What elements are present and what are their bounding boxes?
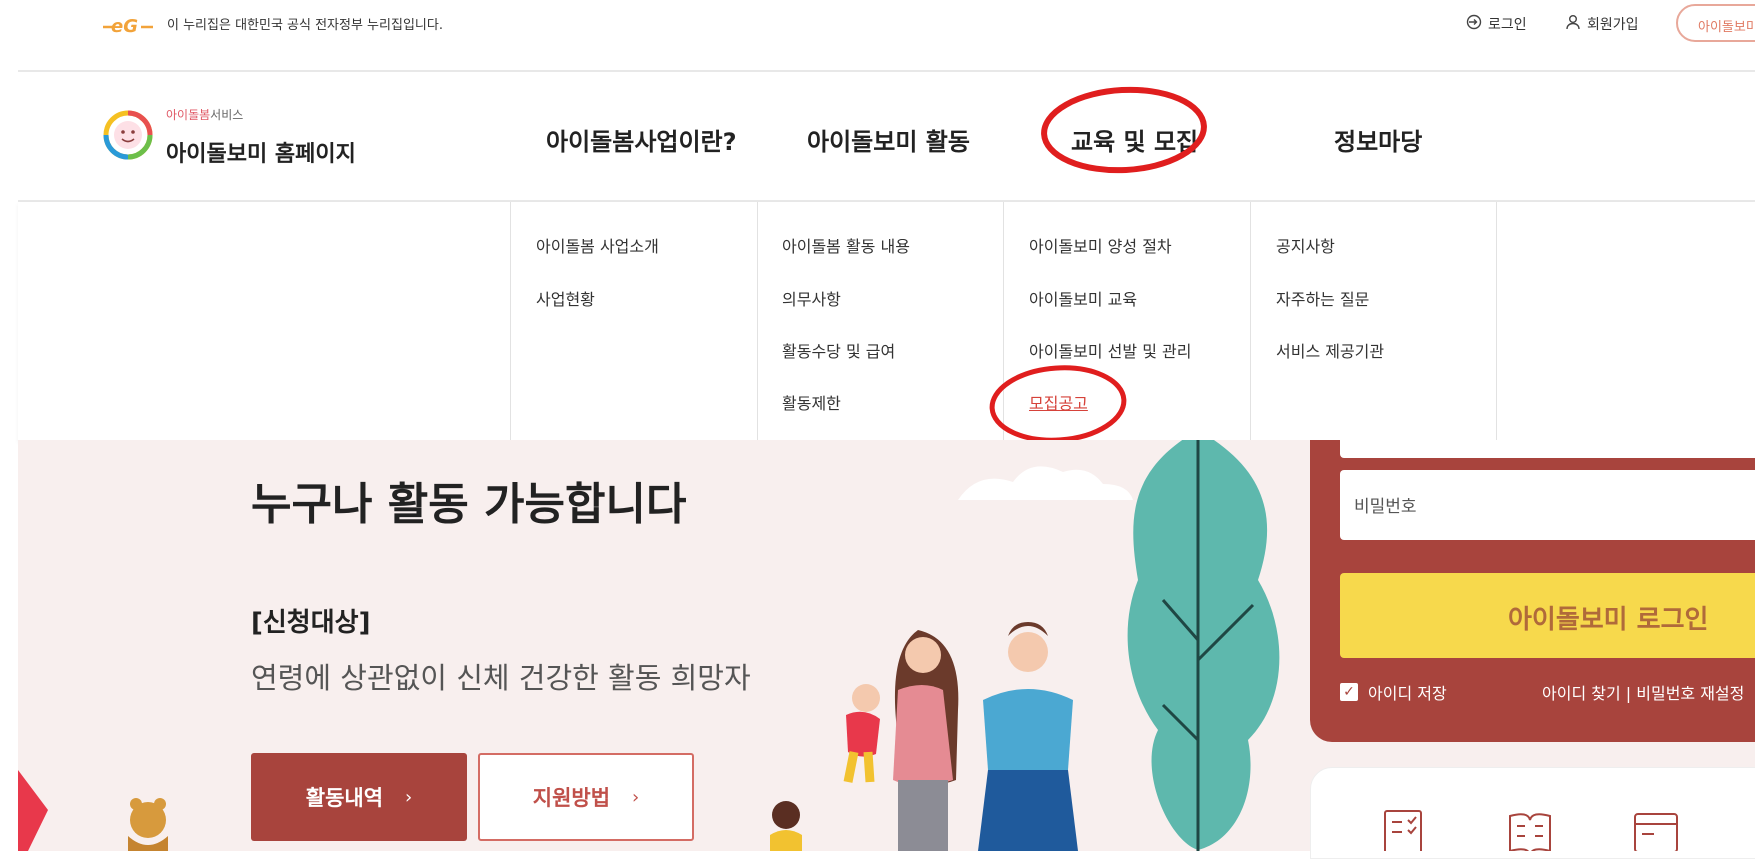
- submenu-activity-content[interactable]: 아이돌봄 활동 내용: [782, 233, 910, 257]
- hero-title: 누구나 활동 가능합니다: [251, 479, 687, 530]
- submenu-providers[interactable]: 서비스 제공기관: [1276, 338, 1384, 362]
- logo-title[interactable]: 아이돌보미 홈페이지: [166, 136, 356, 168]
- submenu-duties[interactable]: 의무사항: [782, 286, 841, 310]
- id-input[interactable]: [1340, 440, 1755, 458]
- folder-icon: [1634, 813, 1678, 851]
- book-icon: [1509, 813, 1551, 851]
- save-id-label: 아이디 저장: [1368, 684, 1447, 703]
- submenu-business-intro[interactable]: 아이돌봄 사업소개: [536, 233, 659, 257]
- logo-subtitle: 아이돌봄서비스: [166, 108, 244, 122]
- nav-activity[interactable]: 아이돌보미 활동: [807, 122, 970, 157]
- submenu-notice[interactable]: 공지사항: [1276, 233, 1335, 257]
- annotation-circle-nav: [1041, 86, 1207, 174]
- quick-menu-icons: [1384, 810, 1678, 851]
- hero-target-desc: 연령에 상관없이 신체 건강한 활동 희망자: [251, 661, 751, 695]
- activity-history-label: 활동내역: [305, 786, 384, 810]
- submenu-faq[interactable]: 자주하는 질문: [1276, 286, 1369, 310]
- join-link[interactable]: 회원가입: [1565, 14, 1639, 34]
- divider: [1496, 202, 1497, 440]
- activity-history-button[interactable]: 활동내역 ›: [251, 753, 467, 841]
- annotation-circle-recruit: [989, 365, 1127, 443]
- divider: [510, 202, 511, 440]
- dolbomi-login-button[interactable]: 아이돌보미 로그인: [1340, 573, 1755, 658]
- divider: [18, 70, 1755, 72]
- divider: [757, 202, 758, 440]
- submenu-business-status[interactable]: 사업현황: [536, 286, 595, 310]
- login-icon: [1466, 14, 1482, 34]
- chevron-right-icon: ›: [632, 786, 640, 808]
- svg-text:eG: eG: [111, 16, 138, 37]
- login-link[interactable]: 로그인: [1466, 14, 1527, 34]
- login-label: 로그인: [1488, 17, 1527, 33]
- egov-logo: eG: [103, 12, 153, 38]
- submenu-restrictions[interactable]: 활동제한: [782, 390, 841, 414]
- how-to-apply-button[interactable]: 지원방법 ›: [478, 753, 694, 841]
- nav-business-intro[interactable]: 아이돌봄사업이란?: [546, 122, 737, 157]
- user-icon: [1565, 14, 1581, 34]
- checklist-icon: [1384, 810, 1422, 851]
- save-id-checkbox[interactable]: ✓ 아이디 저장: [1340, 680, 1447, 704]
- submenu-allowance[interactable]: 활동수당 및 급여: [782, 338, 895, 362]
- hero-target-label: [신청대상]: [251, 608, 371, 638]
- submenu-selection[interactable]: 아이돌보미 선발 및 관리: [1029, 338, 1191, 362]
- join-label: 회원가입: [1587, 17, 1639, 33]
- site-logo-icon[interactable]: [103, 103, 153, 167]
- nav-info[interactable]: 정보마당: [1334, 122, 1422, 157]
- dolbomi-pill-button[interactable]: 아이돌보미: [1676, 4, 1755, 42]
- chevron-right-icon: ›: [405, 786, 413, 808]
- find-id-password-links[interactable]: 아이디 찾기 | 비밀번호 재설정: [1542, 680, 1744, 704]
- submenu-training-process[interactable]: 아이돌보미 양성 절차: [1029, 233, 1172, 257]
- submenu-education[interactable]: 아이돌보미 교육: [1029, 286, 1137, 310]
- checkbox-checked-icon: ✓: [1340, 683, 1358, 701]
- password-input[interactable]: 비밀번호: [1340, 470, 1755, 540]
- how-to-apply-label: 지원방법: [532, 786, 611, 810]
- gov-notice-text: 이 누리집은 대한민국 공식 전자정부 누리집입니다.: [167, 18, 443, 33]
- divider: [1250, 202, 1251, 440]
